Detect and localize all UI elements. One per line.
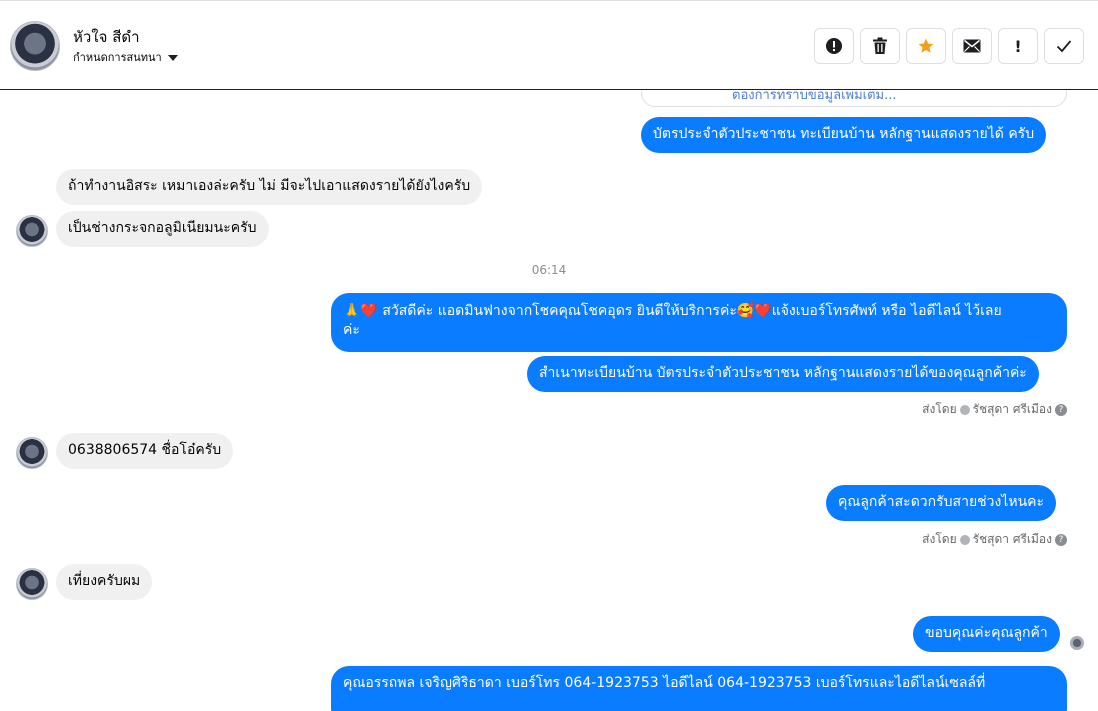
message-bubble-outgoing[interactable]: สำเนาทะเบียนบ้าน บัตรประจำตัวประชาชน หลั… [527,356,1039,392]
conversation-header: หัวใจ สีดำ กำหนดการสนทนา ! [0,0,1098,90]
contact-avatar-small [16,437,48,469]
sent-by-label: ส่งโดย รัชสุดา ศรีเมือง ? [922,530,1067,549]
mark-spam-button[interactable] [814,28,854,64]
assign-conversation-dropdown[interactable]: กำหนดการสนทนา [73,48,178,66]
message-bubble-incoming[interactable]: 0638806574 ชื่อโอ๋ครับ [56,433,234,469]
contact-avatar[interactable] [10,21,60,71]
contact-avatar-small [16,568,48,600]
header-actions: ! [814,28,1084,64]
verified-icon [959,404,970,415]
message-bubble-incoming[interactable]: เที่ยงครับผม [56,564,153,600]
help-icon[interactable]: ? [1055,403,1067,416]
sent-by-label: ส่งโดย รัชสุดา ศรีเมือง ? [922,400,1067,419]
delete-button[interactable] [860,28,900,64]
mark-done-button[interactable] [1044,28,1084,64]
caret-down-icon [167,55,178,61]
star-icon [918,38,934,53]
trash-icon [873,37,887,54]
check-icon [1056,40,1072,53]
verified-icon [959,534,970,545]
message-text-line: 🙏❤️ สวัสดีค่ะ แอดมินฟางจากโชคคุณโชคอุดร … [343,303,1002,319]
important-button[interactable]: ! [998,28,1038,64]
mail-icon [963,39,981,53]
contact-name[interactable]: หัวใจ สีดำ [73,25,140,49]
message-bubble-incoming[interactable]: ถ้าทำงานอิสระ เหมาเองล่ะครับ ไม่ มีจะไปเ… [56,169,483,205]
mark-unread-button[interactable] [952,28,992,64]
contact-avatar-small [16,215,48,247]
seen-avatar-icon [1070,636,1084,650]
exclamation-icon: ! [1014,36,1022,56]
star-button[interactable] [906,28,946,64]
message-bubble-outgoing[interactable]: คุณอรรถพล เจริญศิริธาดา เบอร์โทร 064-192… [331,666,1067,711]
sender-name[interactable]: รัชสุดา ศรีเมือง [973,400,1052,419]
message-text-line: ค่ะ [343,322,360,338]
alert-icon [826,38,842,54]
message-bubble-outgoing[interactable]: บัตรประจำตัวประชาชน ทะเบียนบ้าน หลักฐานแ… [641,117,1047,153]
message-bubble-outgoing[interactable]: ขอบคุณค่ะคุณลูกค้า [913,616,1060,652]
message-bubble-incoming[interactable]: เป็นช่างกระจกอลูมิเนียมนะครับ [56,211,269,247]
message-thread[interactable]: ต้องการทราบข้อมูลเพิ่มเติม... บัตรประจำต… [0,91,1098,711]
assign-label: กำหนดการสนทนา [73,51,162,64]
message-bubble-outgoing[interactable]: คุณลูกค้าสะดวกรับสายช่วงไหนคะ [826,485,1057,521]
message-timestamp: 06:14 [531,263,567,277]
message-bubble-outgoing: ต้องการทราบข้อมูลเพิ่มเติม... [641,91,1067,107]
help-icon[interactable]: ? [1055,533,1067,546]
message-bubble-outgoing[interactable]: 🙏❤️ สวัสดีค่ะ แอดมินฟางจากโชคคุณโชคอุดร … [331,293,1067,352]
sender-name[interactable]: รัชสุดา ศรีเมือง [973,530,1052,549]
